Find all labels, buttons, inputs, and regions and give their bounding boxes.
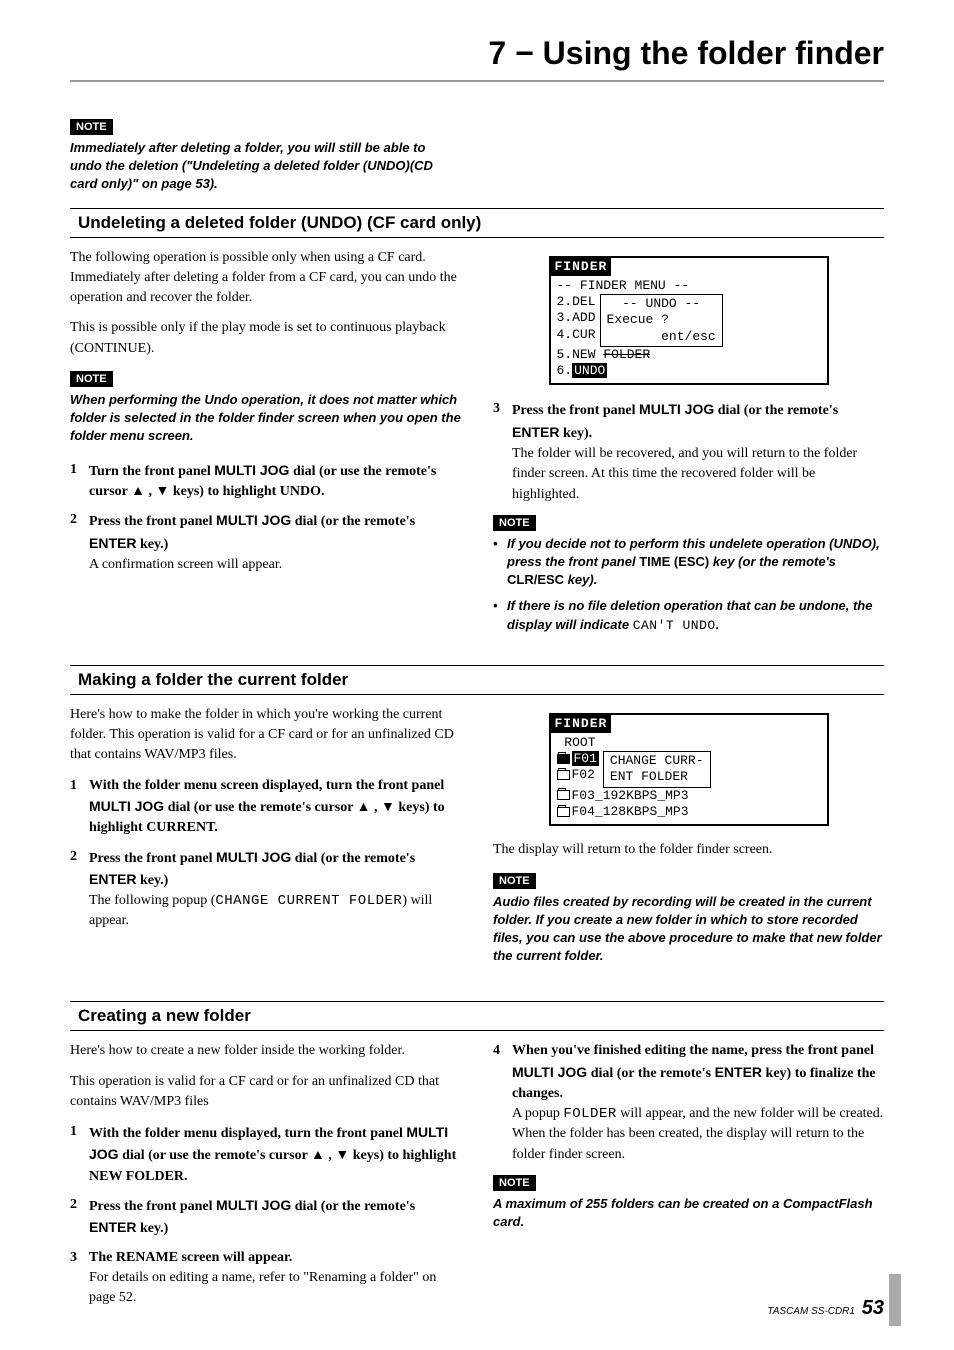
section-title-create: Creating a new folder xyxy=(70,1001,884,1031)
folder-icon xyxy=(557,754,570,764)
undo-para2: This is possible only if the play mode i… xyxy=(70,318,461,359)
undo-para1: The following operation is possible only… xyxy=(70,248,461,309)
create-step-4: 4 When you've finished editing the name,… xyxy=(493,1041,884,1165)
step-number: 1 xyxy=(70,776,77,839)
undo-note1: When performing the Undo operation, it d… xyxy=(70,391,461,446)
note-badge: NOTE xyxy=(70,371,113,387)
undo-step-3: 3 Press the front panel MULTI JOG dial (… xyxy=(493,399,884,504)
note-badge: NOTE xyxy=(493,873,536,889)
lcd-popup: -- UNDO -- Execue ? ent/esc xyxy=(600,294,723,347)
lcd-header: FINDER xyxy=(551,258,612,276)
lcd-popup: CHANGE CURR- ENT FOLDER xyxy=(603,751,711,788)
step-number: 2 xyxy=(70,1195,77,1240)
chapter-title: 7 − Using the folder finder xyxy=(70,35,884,82)
note-badge: NOTE xyxy=(493,1175,536,1191)
product-name: TASCAM SS-CDR1 xyxy=(767,1306,855,1317)
create-para1: Here's how to create a new folder inside… xyxy=(70,1041,461,1061)
step-number: 2 xyxy=(70,847,77,932)
lcd-screenshot-undo: FINDER -- FINDER MENU -- 2.DEL 3.ADD 4.C… xyxy=(549,256,829,386)
step-number: 4 xyxy=(493,1041,500,1165)
note-badge: NOTE xyxy=(70,119,113,135)
current-para1: Here's how to make the folder in which y… xyxy=(70,705,461,766)
folder-icon xyxy=(557,790,570,800)
note-badge: NOTE xyxy=(493,515,536,531)
current-step-1: 1 With the folder menu screen displayed,… xyxy=(70,776,461,839)
undo-bullet-note-2: If there is no file deletion operation t… xyxy=(493,597,884,634)
page-number: 53 xyxy=(862,1297,884,1319)
create-step-1: 1 With the folder menu displayed, turn t… xyxy=(70,1122,461,1187)
folder-icon xyxy=(557,807,570,817)
step-number: 3 xyxy=(493,399,500,504)
page-footer: TASCAM SS-CDR1 53 xyxy=(767,1297,884,1320)
section-title-current: Making a folder the current folder xyxy=(70,665,884,695)
create-para2: This operation is valid for a CF card or… xyxy=(70,1072,461,1113)
step-number: 2 xyxy=(70,510,77,575)
undo-step-2: 2 Press the front panel MULTI JOG dial (… xyxy=(70,510,461,575)
lcd-header: FINDER xyxy=(551,715,612,733)
current-step-2: 2 Press the front panel MULTI JOG dial (… xyxy=(70,847,461,932)
undo-bullet-note-1: If you decide not to perform this undele… xyxy=(493,535,884,590)
lcd-screenshot-current: FINDER ROOT F01 F02 CHANGE CURR- ENT FOL… xyxy=(549,713,829,827)
section-title-undo: Undeleting a deleted folder (UNDO) (CF c… xyxy=(70,208,884,238)
step-number: 3 xyxy=(70,1248,77,1309)
create-step-3: 3 The RENAME screen will appear. For det… xyxy=(70,1248,461,1309)
step-number: 1 xyxy=(70,1122,77,1187)
create-note1: A maximum of 255 folders can be created … xyxy=(493,1195,884,1231)
current-after: The display will return to the folder fi… xyxy=(493,840,884,860)
current-note1: Audio files created by recording will be… xyxy=(493,893,884,966)
step-number: 1 xyxy=(70,460,77,503)
create-step-2: 2 Press the front panel MULTI JOG dial (… xyxy=(70,1195,461,1240)
folder-icon xyxy=(557,770,570,780)
undo-step-1: 1 Turn the front panel MULTI JOG dial (o… xyxy=(70,460,461,503)
page-tab xyxy=(889,1274,901,1326)
intro-note: Immediately after deleting a folder, you… xyxy=(70,139,460,194)
